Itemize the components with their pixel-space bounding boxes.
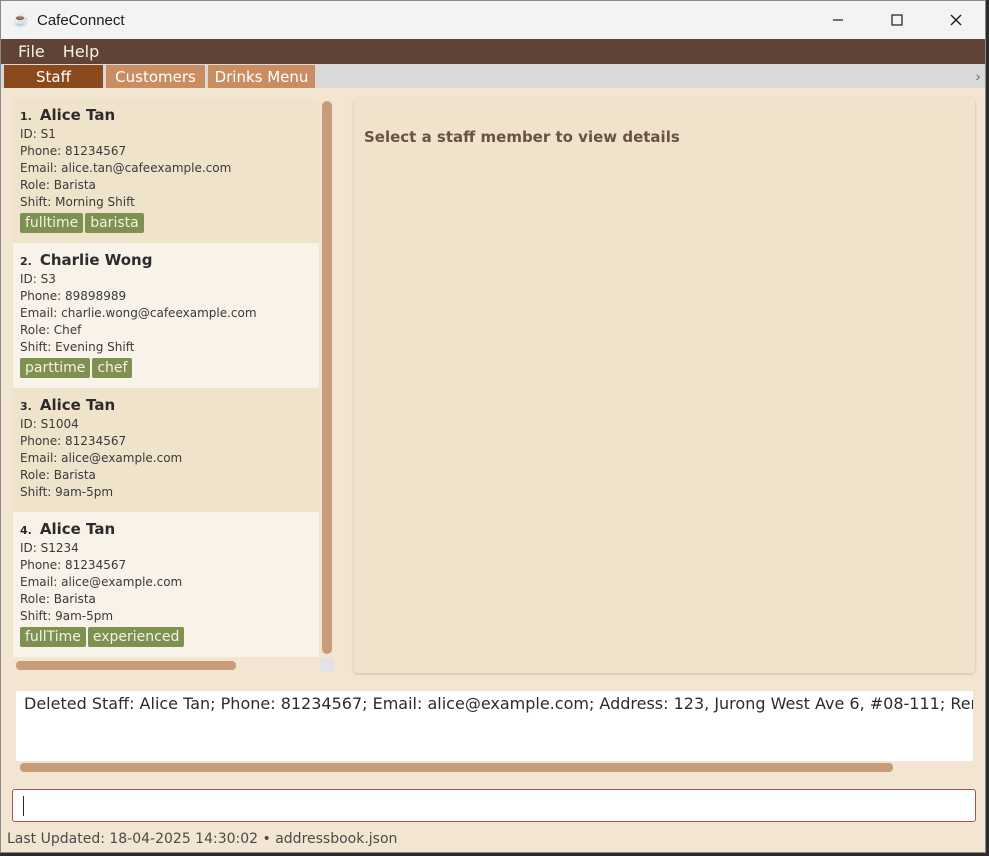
- staff-index: 4.: [20, 524, 32, 537]
- staff-card-4[interactable]: 4. Alice Tan ID: S1234 Phone: 81234567 E…: [13, 512, 319, 657]
- staff-id: ID: S3: [20, 272, 56, 286]
- staff-role: Role: Barista: [20, 178, 96, 192]
- staff-list-horizontal-scrollbar[interactable]: [16, 661, 236, 670]
- staff-id: ID: S1234: [20, 541, 79, 555]
- staff-name: Alice Tan: [39, 106, 116, 124]
- status-bar: Last Updated: 18-04-2025 14:30:02 • addr…: [7, 831, 398, 847]
- coffee-cup-icon: ☕: [12, 12, 30, 27]
- staff-email: Email: alice@example.com: [20, 451, 183, 465]
- staff-card-2[interactable]: 2. Charlie Wong ID: S3 Phone: 89898989 E…: [13, 243, 319, 388]
- staff-id: ID: S1004: [20, 417, 79, 431]
- staff-id: ID: S1: [20, 127, 56, 141]
- staff-card-1[interactable]: 1. Alice Tan ID: S1 Phone: 81234567 Emai…: [13, 98, 319, 243]
- command-input[interactable]: [12, 789, 976, 822]
- window-controls: [808, 1, 985, 39]
- scroll-corner: [320, 658, 334, 672]
- staff-shift: Shift: 9am-5pm: [20, 609, 114, 623]
- tab-bar: Staff Customers Drinks Menu ›: [1, 64, 985, 88]
- staff-list-vertical-scrollbar[interactable]: [322, 101, 332, 654]
- close-icon: [950, 14, 961, 26]
- tag: fulltime: [20, 213, 84, 233]
- result-message: Deleted Staff: Alice Tan; Phone: 8123456…: [24, 694, 973, 713]
- staff-phone: Phone: 89898989: [20, 289, 127, 303]
- maximize-icon: [890, 14, 903, 26]
- tag: chef: [92, 358, 133, 378]
- staff-name: Alice Tan: [39, 396, 116, 414]
- tag-list: fullTime experienced: [20, 627, 312, 647]
- tab-drinks-menu[interactable]: Drinks Menu: [208, 65, 315, 88]
- staff-email: Email: charlie.wong@cafeexample.com: [20, 306, 257, 320]
- menu-file[interactable]: File: [18, 42, 45, 61]
- result-horizontal-scrollbar[interactable]: [20, 763, 893, 772]
- staff-index: 1.: [20, 110, 32, 123]
- tab-customers[interactable]: Customers: [106, 65, 205, 88]
- close-button[interactable]: [926, 1, 985, 39]
- title-bar[interactable]: ☕ CafeConnect: [1, 1, 985, 39]
- staff-role: Role: Barista: [20, 468, 96, 482]
- minimize-icon: [832, 19, 843, 21]
- staff-list[interactable]: 1. Alice Tan ID: S1 Phone: 81234567 Emai…: [13, 98, 319, 657]
- staff-name: Alice Tan: [39, 520, 116, 538]
- menu-bar: File Help: [1, 39, 985, 64]
- maximize-button[interactable]: [867, 1, 926, 39]
- tag-list: fulltime barista: [20, 213, 312, 233]
- staff-detail-panel: Select a staff member to view details: [354, 98, 975, 673]
- detail-placeholder: Select a staff member to view details: [364, 128, 680, 146]
- staff-email: Email: alice.tan@cafeexample.com: [20, 161, 232, 175]
- staff-shift: Shift: Morning Shift: [20, 195, 135, 209]
- tab-staff[interactable]: Staff: [4, 65, 103, 88]
- staff-name: Charlie Wong: [39, 251, 153, 269]
- staff-shift: Shift: Evening Shift: [20, 340, 135, 354]
- staff-phone: Phone: 81234567: [20, 434, 127, 448]
- app-window: ☕ CafeConnect File Help Staff Customers …: [0, 0, 986, 853]
- text-caret: [23, 796, 24, 816]
- staff-index: 2.: [20, 255, 32, 268]
- staff-email: Email: alice@example.com: [20, 575, 183, 589]
- staff-role: Role: Barista: [20, 592, 96, 606]
- menu-help[interactable]: Help: [63, 42, 99, 61]
- tag: parttime: [20, 358, 91, 378]
- staff-card-3[interactable]: 3. Alice Tan ID: S1004 Phone: 81234567 E…: [13, 388, 319, 512]
- tab-scroll-right-icon[interactable]: ›: [971, 64, 985, 88]
- tag: fullTime: [20, 627, 86, 647]
- staff-phone: Phone: 81234567: [20, 558, 127, 572]
- staff-role: Role: Chef: [20, 323, 82, 337]
- staff-index: 3.: [20, 400, 32, 413]
- tag-list: parttime chef: [20, 358, 312, 378]
- result-display[interactable]: Deleted Staff: Alice Tan; Phone: 8123456…: [16, 691, 973, 761]
- tag: experienced: [87, 627, 185, 647]
- staff-phone: Phone: 81234567: [20, 144, 127, 158]
- staff-shift: Shift: 9am-5pm: [20, 485, 114, 499]
- minimize-button[interactable]: [808, 1, 867, 39]
- window-title: CafeConnect: [37, 11, 125, 29]
- tag: barista: [85, 213, 144, 233]
